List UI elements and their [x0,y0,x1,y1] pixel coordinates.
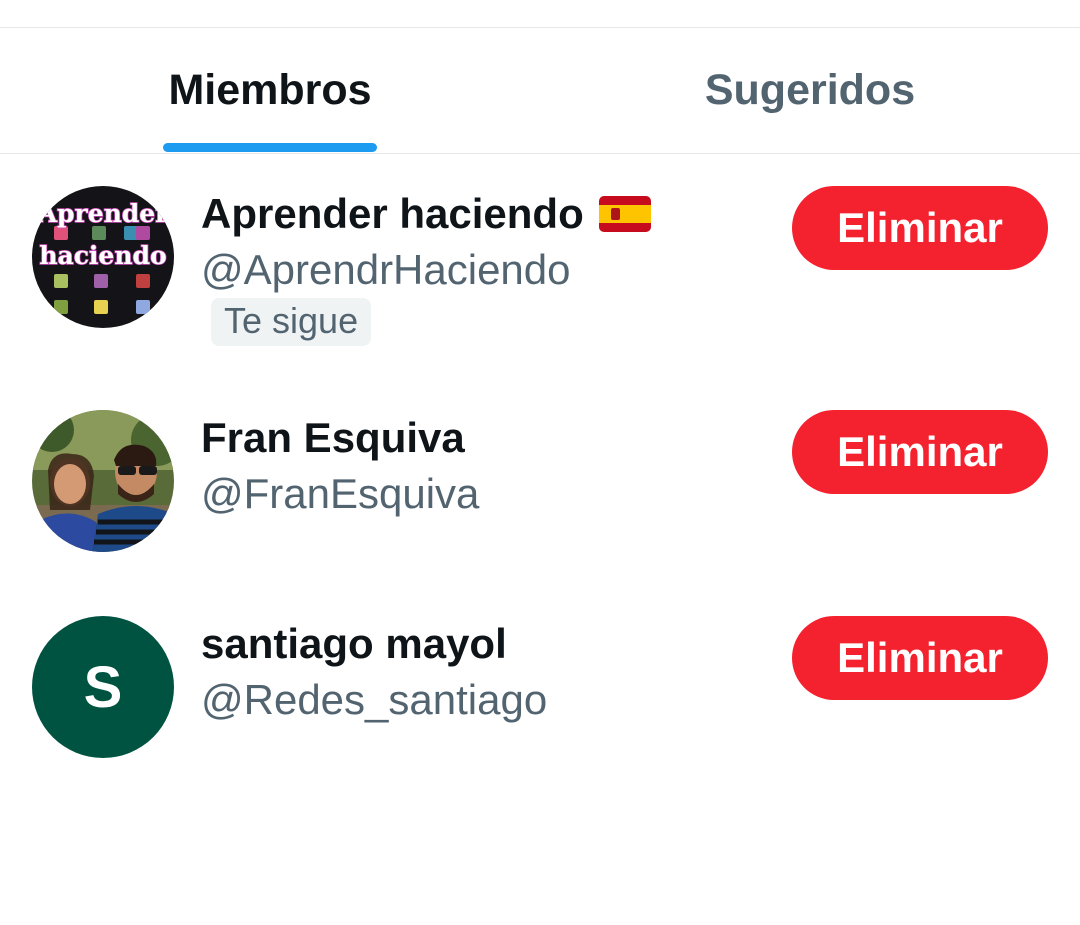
member-name[interactable]: santiago mayol [201,620,507,668]
avatar-initial: S [83,654,123,720]
avatar-text-line2: haciendo [39,241,166,270]
tab-miembros[interactable]: Miembros [0,28,540,153]
member-row[interactable]: Aprender haciendo Aprender haciendo @Apr… [0,186,1080,396]
member-row[interactable]: Fran Esquiva @FranEsquiva Eliminar [0,410,1080,620]
active-tab-indicator [163,143,377,152]
remove-member-button[interactable]: Eliminar [792,186,1048,270]
avatar[interactable]: Aprender haciendo [32,186,174,328]
remove-member-button[interactable]: Eliminar [792,616,1048,700]
avatar[interactable] [32,410,174,552]
tab-label: Sugeridos [704,66,916,114]
remove-member-button[interactable]: Eliminar [792,410,1048,494]
member-name[interactable]: Fran Esquiva [201,414,465,462]
tab-label: Miembros [168,66,372,114]
member-handle: @FranEsquiva [201,470,480,517]
member-name-text: Aprender haciendo [201,190,584,237]
spain-flag-icon [598,196,651,232]
tabs-divider [0,153,1080,154]
follows-you-badge: Te sigue [211,298,372,346]
avatar[interactable]: S [32,616,174,758]
member-name[interactable]: Aprender haciendo [201,190,651,238]
member-handle: @AprendrHaciendo [201,246,571,293]
member-row[interactable]: S santiago mayol @Redes_santiago Elimina… [0,616,1080,826]
member-handle: @Redes_santiago [201,676,548,723]
tab-sugeridos[interactable]: Sugeridos [540,28,1080,153]
user-photo-avatar [32,410,174,552]
tab-bar: Miembros Sugeridos [0,28,1080,153]
aprender-haciendo-logo: Aprender haciendo [32,186,174,328]
avatar-text-line1: Aprender [37,199,170,228]
